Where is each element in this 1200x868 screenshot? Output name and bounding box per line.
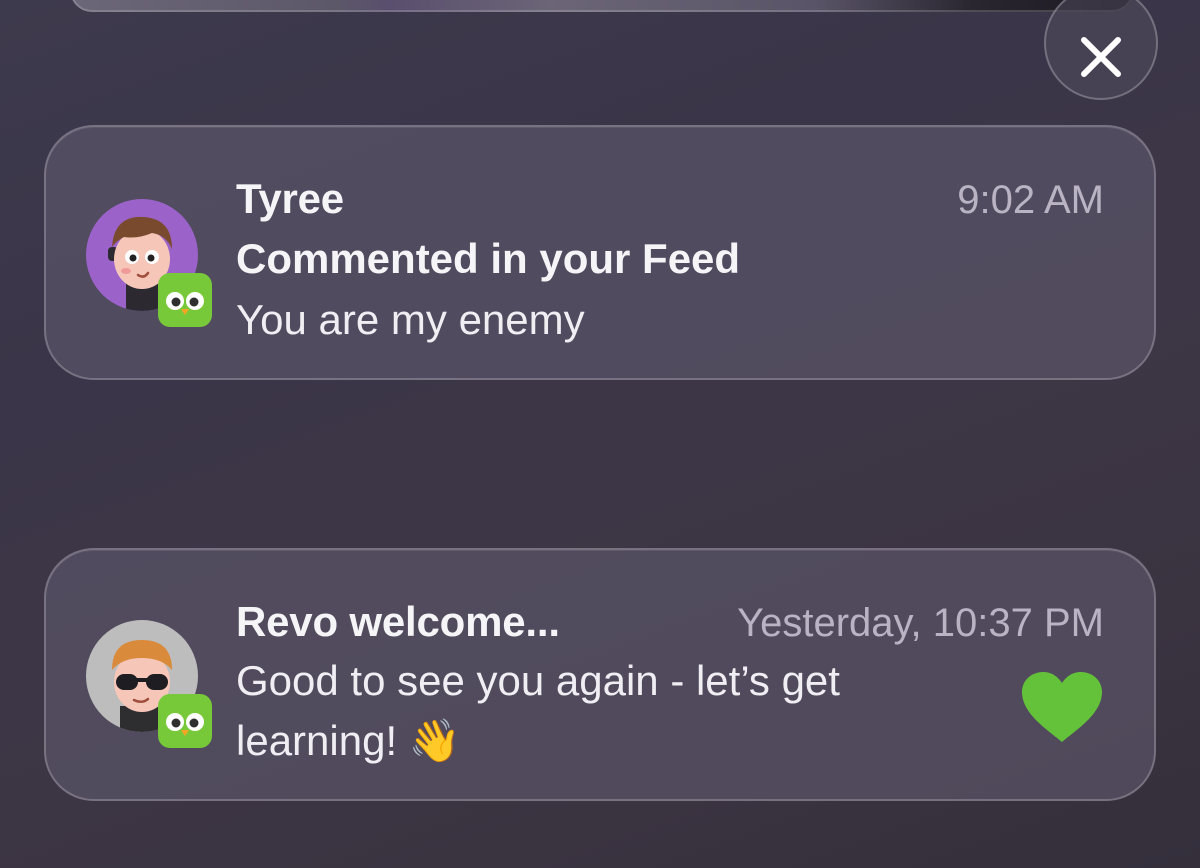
close-icon — [1081, 37, 1121, 77]
waving-hand-emoji: 👋 — [408, 717, 462, 764]
notification-message: Good to see you again - let’s get learni… — [236, 651, 956, 771]
previous-notification-edge — [70, 0, 1134, 12]
avatar-group — [86, 199, 212, 327]
notification-sender: Tyree — [236, 175, 344, 222]
close-button[interactable] — [1044, 0, 1158, 100]
notification-sender: Revo welcome... — [236, 598, 560, 645]
notification-text: Revo welcome... Yesterday, 10:37 PM Good… — [236, 594, 1104, 771]
notification-text: Tyree 9:02 AM Commented in your Feed You… — [236, 171, 1104, 350]
notification-time: 9:02 AM — [957, 178, 1104, 222]
notification-message: You are my enemy — [236, 296, 585, 343]
duolingo-owl-icon — [158, 273, 212, 327]
heart-icon[interactable] — [1018, 670, 1106, 749]
duolingo-owl-icon — [158, 694, 212, 748]
message-text: Good to see you again - let’s get learni… — [236, 657, 840, 764]
notification-time: Yesterday, 10:37 PM — [737, 601, 1104, 645]
notification-subtitle: Commented in your Feed — [236, 235, 741, 282]
avatar-group — [86, 620, 212, 748]
notification-card[interactable]: Revo welcome... Yesterday, 10:37 PM Good… — [44, 548, 1156, 801]
notification-card[interactable]: Tyree 9:02 AM Commented in your Feed You… — [44, 125, 1156, 380]
